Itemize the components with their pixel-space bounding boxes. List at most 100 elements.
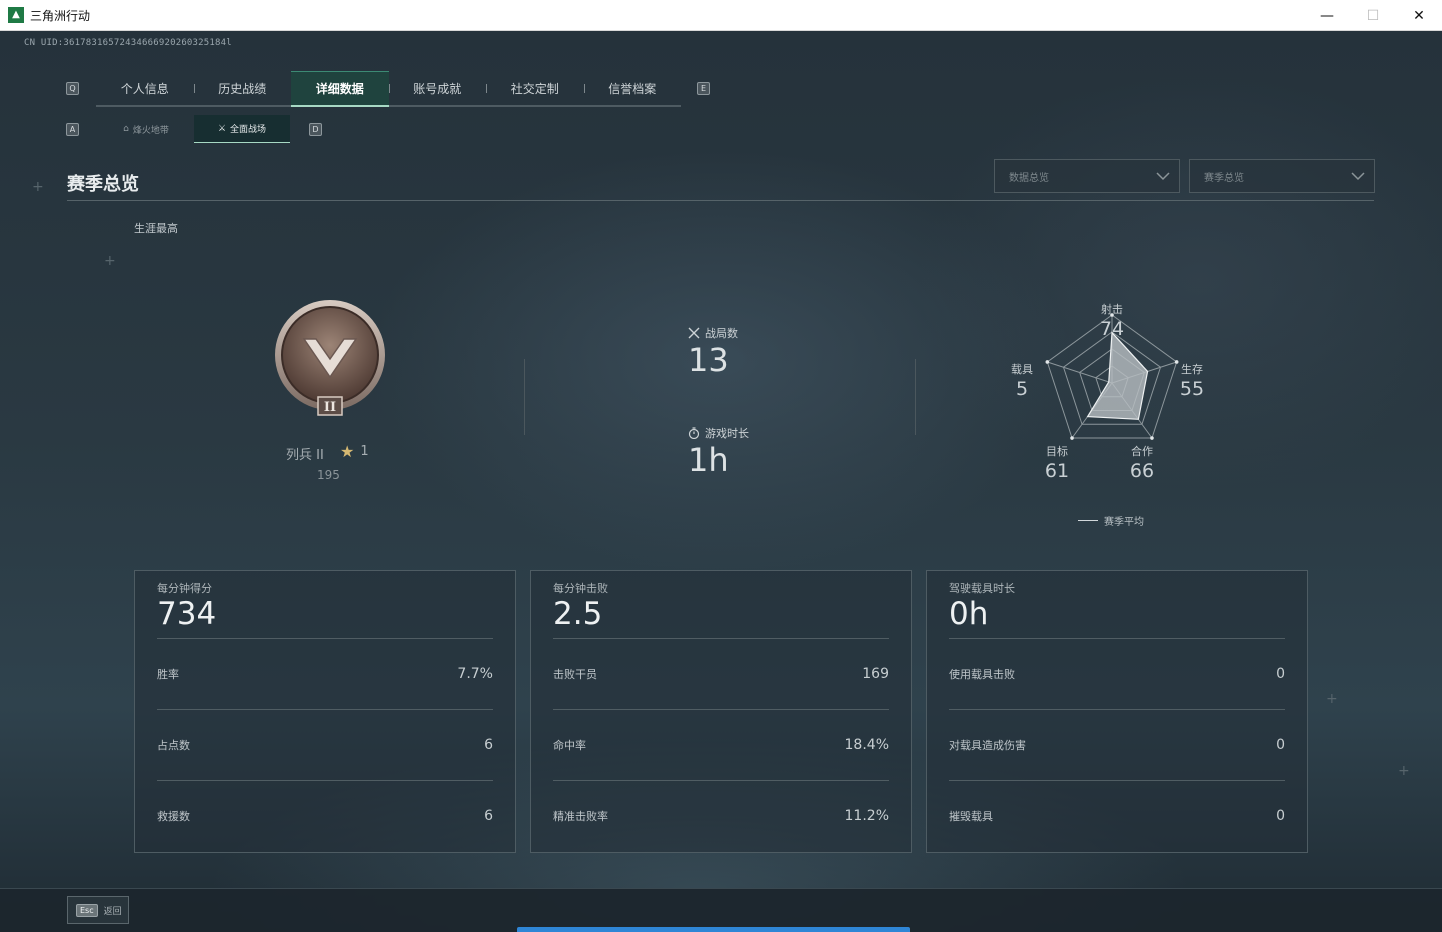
tab-label: 历史战绩 [218,81,267,96]
stat-label: 胜率 [157,668,179,681]
card-head-value: 0h [949,596,989,632]
chevron-down-icon [1156,172,1170,181]
column-divider [915,359,916,435]
close-button[interactable]: ✕ [1396,0,1442,31]
data-overview-dropdown[interactable]: 数据总览 [994,159,1180,193]
decor-plus-icon: + [104,253,116,269]
dropdown-value: 赛季总览 [1204,172,1244,184]
stat-row: 胜率 7.7% [157,638,493,709]
subtab-full-battlefield[interactable]: ⚔ 全面战场 [194,115,290,143]
kill-stats-card: 每分钟击败 2.5 击败干员 169 命中率 18.4% 精准击败率 11.2% [530,570,912,853]
season-overview-dropdown[interactable]: 赛季总览 [1189,159,1375,193]
subtab-next-key[interactable]: D [309,123,322,136]
maximize-button[interactable]: ☐ [1350,0,1396,31]
tab-social-custom[interactable]: 社交定制 [486,71,584,105]
radar-axis-label: 载具 [1011,363,1033,376]
radar-axis-value: 55 [1180,378,1204,400]
radar-axis-dot [1174,360,1179,364]
tab-match-history[interactable]: 历史战绩 [193,71,292,105]
tab-label: 个人信息 [120,81,169,96]
stat-label: 占点数 [157,739,190,752]
crossed-swords-icon: ⚔ [217,123,227,134]
home-icon: ⌂ [123,124,129,134]
section-title: 赛季总览 [67,174,139,195]
stat-label: 使用载具击败 [949,668,1015,681]
rank-badge-icon: II [275,300,385,416]
rank-numeral: II [324,400,336,415]
tab-credit-record[interactable]: 信誉档案 [583,71,682,105]
minimize-button[interactable]: — [1304,0,1350,31]
back-button[interactable]: Esc 返回 [67,896,129,924]
matches-label: 战局数 [688,325,738,341]
stat-value: 7.7% [457,666,493,682]
stat-label: 击败干员 [553,668,597,681]
tab-label: 详细数据 [315,82,364,96]
stat-row: 占点数 6 [157,709,493,780]
tab-prev-key[interactable]: Q [66,82,79,95]
tab-next-key[interactable]: E [697,82,710,95]
ability-radar-chart: 射击 74 生存 55 合作 66 目标 61 载具 5 [1011,302,1204,482]
radar-axis-value: 61 [1045,460,1069,482]
section-divider [67,200,1374,201]
rank-name: 列兵 II [286,448,324,463]
playtime-value: 1h [688,441,729,479]
stat-value: 6 [484,808,493,824]
radar-axis-label: 合作 [1131,444,1153,458]
tab-detailed-data[interactable]: 详细数据 [291,71,389,107]
window-title: 三角洲行动 [30,8,91,23]
tab-personal-info[interactable]: 个人信息 [96,71,194,105]
stat-row: 救援数 6 [157,780,493,851]
radar-legend: 赛季平均 [1078,513,1144,528]
subtab-label: 烽火地带 [132,125,169,136]
stat-label: 救援数 [157,810,190,823]
dropdown-value: 数据总览 [1009,172,1049,184]
radar-axis-value: 66 [1130,460,1154,482]
stat-value: 0 [1276,808,1285,824]
stat-row: 使用载具击败 0 [949,638,1285,709]
card-head-label: 驾驶载具时长 [949,582,1015,595]
decor-plus-icon: + [1398,763,1410,779]
uid-label: CN UID:36178316572434666920260325184l [24,38,232,48]
mode-subtabs: ⌂ 烽火地带 ⚔ 全面战场 [98,115,290,143]
legend-label: 赛季平均 [1104,517,1144,528]
score-stats-card: 每分钟得分 734 胜率 7.7% 占点数 6 救援数 6 [134,570,516,853]
stat-value: 11.2% [844,808,889,824]
playtime-label-text: 游戏时长 [705,427,749,440]
radar-axis-dot [1070,436,1074,440]
rank-points: 195 [317,468,340,482]
card-head-label: 每分钟得分 [157,582,212,595]
card-head-value: 2.5 [553,596,603,632]
stat-value: 169 [862,666,889,682]
app-logo-icon: ▲ [8,7,24,23]
stat-value: 0 [1276,737,1285,753]
tab-achievements[interactable]: 账号成就 [388,71,487,105]
bottom-bar [0,888,1442,932]
legend-line [1078,520,1098,521]
tab-label: 信誉档案 [608,81,657,96]
window-titlebar: ▲ 三角洲行动 — ☐ ✕ [0,0,1442,31]
stat-label: 对载具造成伤害 [949,739,1026,752]
crossed-swords-icon [688,327,700,339]
radar-axis-label: 目标 [1046,444,1068,458]
stat-label: 命中率 [553,739,586,752]
rank-star-count: 1 [360,444,369,459]
matches-value: 13 [688,341,729,379]
stat-value: 18.4% [844,737,889,753]
radar-axis-value: 74 [1100,318,1124,340]
decor-plus-icon: + [1326,691,1338,707]
rank-stars: ★ 1 [340,442,369,461]
stat-row: 命中率 18.4% [553,709,889,780]
vehicle-stats-card: 驾驶载具时长 0h 使用载具击败 0 对载具造成伤害 0 摧毁载具 0 [926,570,1308,853]
decor-plus-icon: + [32,179,44,195]
subtab-prev-key[interactable]: A [66,123,79,136]
stat-row: 精准击败率 11.2% [553,780,889,851]
card-head-value: 734 [157,596,217,632]
stat-row: 击败干员 169 [553,638,889,709]
stat-row: 对载具造成伤害 0 [949,709,1285,780]
taskbar-strip [517,927,910,932]
subtab-extraction-zone[interactable]: ⌂ 烽火地带 [98,115,194,143]
column-divider [524,359,525,435]
esc-key: Esc [76,903,98,917]
game-scene: CN UID:36178316572434666920260325184l + … [0,31,1442,932]
main-tabs: 个人信息 历史战绩 详细数据 账号成就 社交定制 信誉档案 [96,71,681,107]
